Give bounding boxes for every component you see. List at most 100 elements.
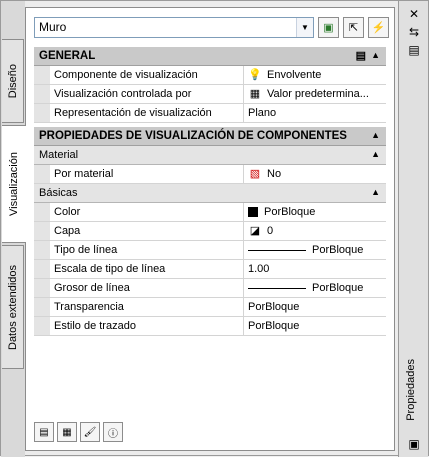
palette-settings-icon[interactable]: ▣ [407,437,421,451]
row-gutter [34,104,50,122]
property-row[interactable]: Grosor de línea PorBloque [34,279,386,298]
lineweight-sample [248,287,306,289]
quick-select-button[interactable]: ⚡ [368,16,389,38]
side-tabs: Diseño Visualización Datos extendidos [1,1,26,457]
selector-row: Muro ▼ ▣ ⇱ ⚡ [34,16,389,38]
property-row[interactable]: Capa ◪ 0 [34,222,386,241]
property-name: Componente de visualización [50,66,244,84]
tab-label: Diseño [6,63,19,99]
property-value[interactable]: ◪ 0 [244,222,386,240]
value-text: Envolvente [267,69,322,81]
info-icon: ⓘ [108,428,118,440]
palette-title-bar[interactable]: ✕ ⇆ ▤ Propiedades ▣ [398,1,428,457]
row-gutter [34,85,50,103]
style-editor-button[interactable]: ▤ [34,422,54,442]
section-components[interactable]: PROPIEDADES DE VISUALIZACIÓN DE COMPONEN… [34,127,386,146]
property-value[interactable]: Plano [244,104,386,122]
display-props-button[interactable]: ▦ [57,422,77,442]
property-name: Transparencia [50,298,244,316]
cursor-select-icon: ⇱ [348,21,359,34]
row-gutter [34,66,50,84]
value-text: 1.00 [248,263,270,275]
property-row[interactable]: Componente de visualización 💡 Envolvente [34,66,386,85]
row-gutter [34,203,50,221]
subsection-title: Material [39,149,79,161]
property-row[interactable]: Estilo de trazado PorBloque [34,317,386,336]
property-row[interactable]: Visualización controlada por ▦ Valor pre… [34,85,386,104]
property-value[interactable]: 💡 Envolvente [244,66,386,84]
property-row[interactable]: Transparencia PorBloque [34,298,386,317]
property-name: Estilo de trazado [50,317,244,335]
dropdown-value: Muro [39,19,67,34]
value-text: No [267,168,282,180]
property-row[interactable]: Por material ▧ No [34,165,386,184]
brush-icon: 🖌 [83,426,97,438]
property-name: Por material [50,165,244,183]
property-name: Escala de tipo de línea [50,260,244,278]
subsection-basicas[interactable]: Básicas ▲ [34,184,386,203]
close-icon[interactable]: ✕ [407,7,421,21]
options-icon[interactable]: ▤ [356,49,366,62]
object-type-dropdown[interactable]: Muro ▼ [34,16,314,38]
lightbulb-icon: 💡 [248,69,262,81]
properties-palette: Diseño Visualización Datos extendidos Mu… [0,0,429,457]
subsection-material[interactable]: Material ▲ [34,146,386,165]
collapse-icon[interactable]: ▲ [371,130,380,140]
property-value[interactable]: PorBloque [244,241,386,259]
row-gutter [34,279,50,297]
properties-menu-icon[interactable]: ▤ [407,43,421,57]
property-value[interactable]: PorBloque [244,279,386,297]
linetype-sample [248,249,306,251]
property-row[interactable]: Representación de visualización Plano [34,104,386,123]
color-swatch [248,207,258,217]
collapse-icon[interactable]: ▲ [371,149,380,159]
select-objects-button[interactable]: ⇱ [343,16,364,38]
section-general[interactable]: GENERAL ▤ ▲ [34,47,386,66]
value-text: 0 [267,225,274,237]
row-gutter [34,317,50,335]
section-title: PROPIEDADES DE VISUALIZACIÓN DE COMPONEN… [39,130,347,142]
subsection-title: Básicas [39,187,78,199]
property-name: Color [50,203,244,221]
select-similar-button[interactable]: ▣ [318,16,339,38]
property-value[interactable]: ▦ Valor predetermina... [244,85,386,103]
display-control-icon: ▦ [249,88,261,100]
tab-label: Datos extendidos [6,264,19,350]
layer-icon: ◪ [249,225,261,237]
tab-datos-extendidos[interactable]: Datos extendidos [2,245,24,369]
property-name: Grosor de línea [50,279,244,297]
property-value[interactable]: 1.00 [244,260,386,278]
property-row[interactable]: Color PorBloque [34,203,386,222]
tab-diseno[interactable]: Diseño [2,39,24,123]
info-button[interactable]: ⓘ [103,422,123,442]
tab-label: Visualización [8,151,20,216]
value-text: PorBloque [312,244,364,256]
property-grid: GENERAL ▤ ▲ Componente de visualización … [34,47,386,336]
content-panel: Muro ▼ ▣ ⇱ ⚡ GENERAL ▤ ▲ Componente de v… [25,7,395,451]
select-similar-icon: ▣ [323,21,334,34]
value-text: Plano [248,107,277,119]
property-name: Capa [50,222,244,240]
property-name: Visualización controlada por [50,85,244,103]
property-row[interactable]: Escala de tipo de línea 1.00 [34,260,386,279]
tab-visualizacion[interactable]: Visualización [2,125,26,243]
row-gutter [34,165,50,183]
value-text: PorBloque [248,301,300,313]
property-value[interactable]: PorBloque [244,203,386,221]
property-value[interactable]: PorBloque [244,317,386,335]
row-gutter [34,298,50,316]
row-gutter [34,241,50,259]
value-text: Valor predetermina... [267,88,369,100]
collapse-icon[interactable]: ▲ [371,50,380,60]
brush-button[interactable]: 🖌 [80,422,100,442]
autohide-icon[interactable]: ⇆ [407,25,421,39]
property-value[interactable]: ▧ No [244,165,386,183]
property-name: Representación de visualización [50,104,244,122]
property-value[interactable]: PorBloque [244,298,386,316]
quick-select-icon: ⚡ [371,21,386,34]
chevron-down-icon[interactable]: ▼ [296,17,313,37]
style-editor-icon: ▤ [39,426,49,438]
property-row[interactable]: Tipo de línea PorBloque [34,241,386,260]
value-text: PorBloque [264,206,316,218]
collapse-icon[interactable]: ▲ [371,187,380,197]
